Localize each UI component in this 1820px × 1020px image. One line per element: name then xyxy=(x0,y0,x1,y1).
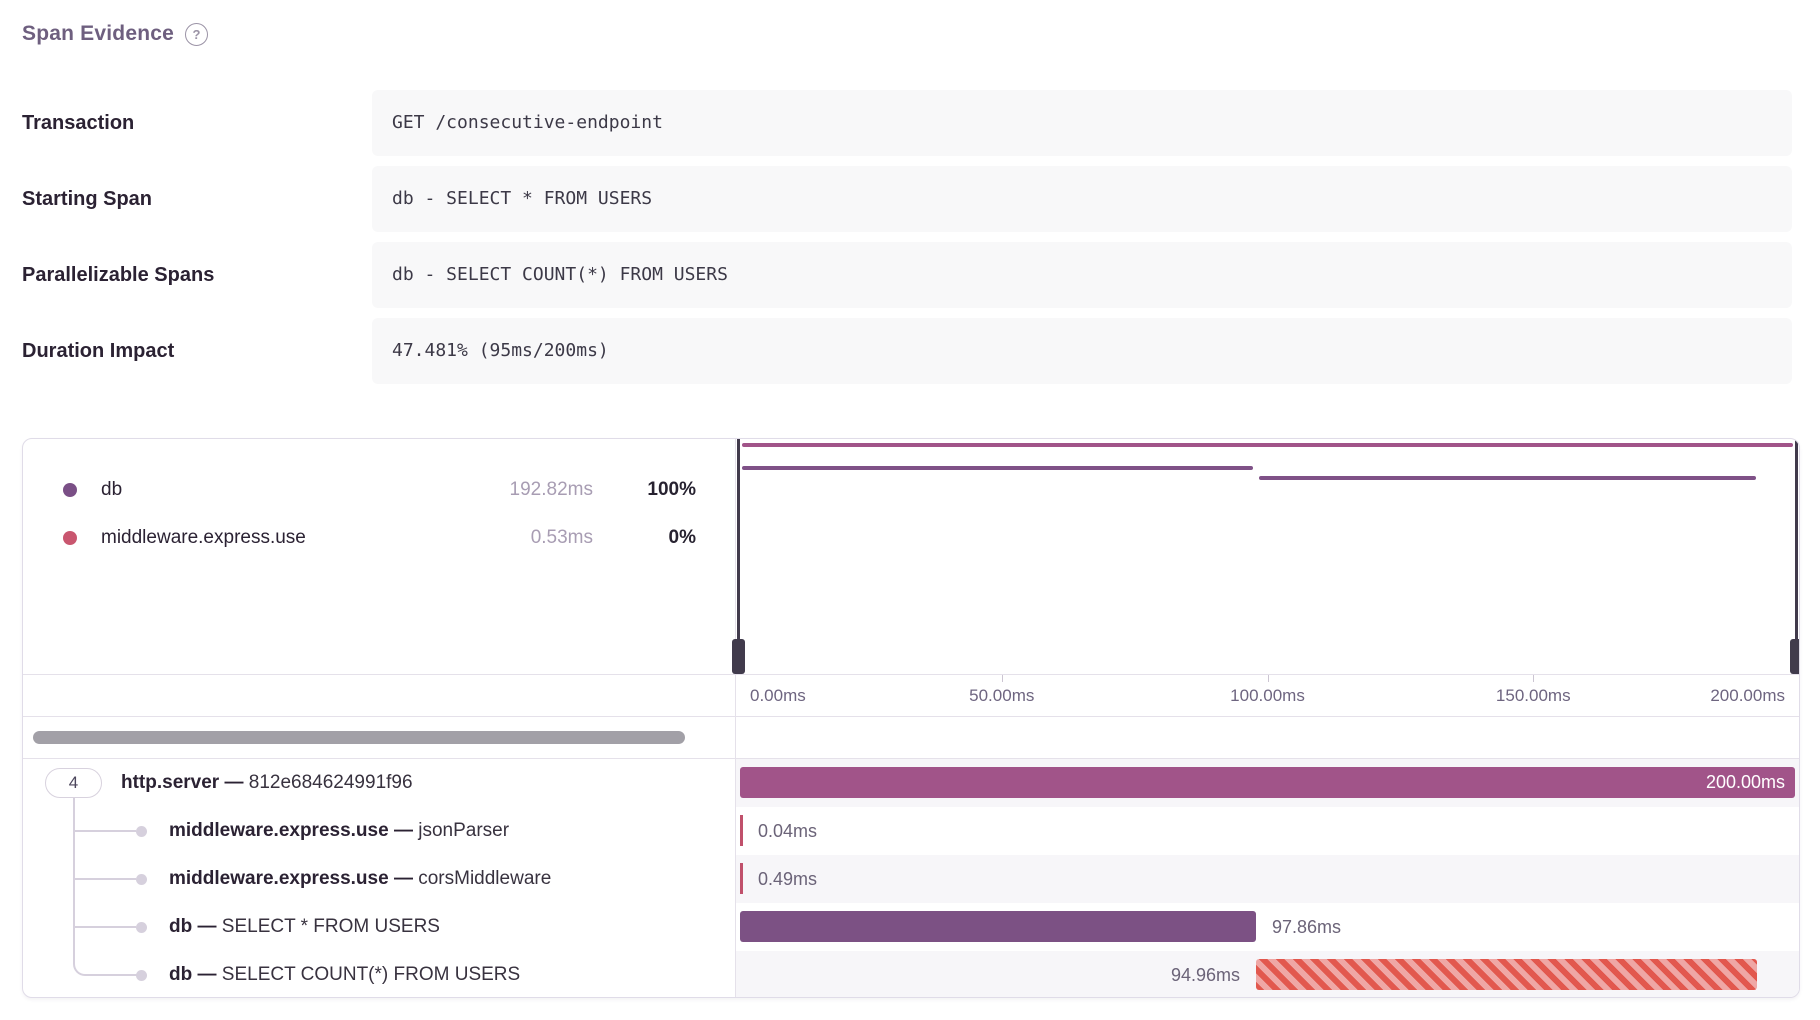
span-title: db — SELECT * FROM USERS xyxy=(169,903,440,951)
span-title: db — SELECT COUNT(*) FROM USERS xyxy=(169,951,520,998)
span-duration-label: 0.04ms xyxy=(758,807,817,855)
span-evidence-page: Span Evidence ? Transaction GET /consecu… xyxy=(0,0,1820,1020)
minimap-span-db-count xyxy=(1259,476,1756,480)
span-duration-cell: 200.00ms xyxy=(736,759,1799,807)
help-icon[interactable]: ? xyxy=(185,23,208,46)
span-row-corsmiddleware[interactable]: middleware.express.use — corsMiddleware … xyxy=(23,855,1799,903)
span-op: middleware.express.use — xyxy=(169,868,413,889)
span-duration-label: 0.49ms xyxy=(758,855,817,903)
span-duration-label: 94.96ms xyxy=(736,951,1240,998)
span-bar-jsonparser[interactable] xyxy=(740,815,743,846)
span-row-db-select[interactable]: db — SELECT * FROM USERS 97.86ms xyxy=(23,903,1799,951)
evidence-label: Parallelizable Spans xyxy=(22,242,214,308)
span-op: http.server — xyxy=(121,772,243,793)
tree-scrollbar-thumb[interactable] xyxy=(33,731,685,744)
time-axis: 0.00ms 50.00ms 100.00ms 150.00ms 200.00m… xyxy=(23,674,1799,716)
span-row-http-server[interactable]: 4 http.server — 812e684624991f96 200.00m… xyxy=(23,759,1799,807)
page-title-row: Span Evidence ? xyxy=(22,18,208,50)
span-row-jsonparser[interactable]: middleware.express.use — jsonParser 0.04… xyxy=(23,807,1799,855)
span-title: http.server — 812e684624991f96 xyxy=(121,759,413,807)
span-duration-cell: 0.49ms xyxy=(736,855,1799,903)
evidence-row-duration-impact: Duration Impact 47.481% (95ms/200ms) xyxy=(0,318,1820,384)
evidence-row-parallelizable-spans: Parallelizable Spans db - SELECT COUNT(*… xyxy=(0,242,1820,308)
time-axis-ticks: 0.00ms 50.00ms 100.00ms 150.00ms 200.00m… xyxy=(736,675,1799,716)
evidence-value: GET /consecutive-endpoint xyxy=(372,90,1792,156)
span-title: middleware.express.use — corsMiddleware xyxy=(169,855,551,903)
legend-name: db xyxy=(101,466,122,514)
evidence-value: 47.481% (95ms/200ms) xyxy=(372,318,1792,384)
span-description: SELECT COUNT(*) FROM USERS xyxy=(222,964,520,985)
evidence-label: Starting Span xyxy=(22,166,152,232)
legend-dot-middleware xyxy=(63,531,77,545)
trace-minimap[interactable] xyxy=(736,439,1799,674)
span-bar-corsmiddleware[interactable] xyxy=(740,863,743,894)
span-duration-label: 97.86ms xyxy=(1272,903,1341,951)
minimap-right-drag-handle[interactable] xyxy=(1790,639,1800,674)
span-bar-db-select[interactable] xyxy=(740,911,1256,942)
legend-item-db: db 192.82ms 100% xyxy=(23,466,735,514)
axis-label-50ms: 50.00ms xyxy=(969,675,1034,716)
axis-label-200ms: 200.00ms xyxy=(1710,675,1785,716)
minimap-span-db-select xyxy=(742,466,1253,470)
legend-duration: 192.82ms xyxy=(343,466,593,514)
span-duration-label: 200.00ms xyxy=(1706,767,1785,798)
evidence-row-starting-span: Starting Span db - SELECT * FROM USERS xyxy=(0,166,1820,232)
minimap-span-http-server xyxy=(742,443,1793,447)
legend-dot-db xyxy=(63,483,77,497)
legend-percent: 100% xyxy=(603,466,696,514)
pane-divider xyxy=(735,439,736,997)
legend-percent: 0% xyxy=(603,514,696,562)
span-op: db — xyxy=(169,916,217,937)
span-description: 812e684624991f96 xyxy=(249,772,413,793)
legend-duration: 0.53ms xyxy=(343,514,593,562)
span-duration-cell: 97.86ms xyxy=(736,903,1799,951)
span-bar-http-server[interactable]: 200.00ms xyxy=(740,767,1795,798)
axis-label-0ms: 0.00ms xyxy=(750,675,806,716)
span-waterfall-panel: db 192.82ms 100% middleware.express.use … xyxy=(22,438,1800,998)
span-duration-cell: 0.04ms xyxy=(736,807,1799,855)
span-description: SELECT * FROM USERS xyxy=(222,916,440,937)
span-rows: 4 http.server — 812e684624991f96 200.00m… xyxy=(23,759,1799,998)
span-op: middleware.express.use — xyxy=(169,820,413,841)
span-description: jsonParser xyxy=(418,820,509,841)
page-title: Span Evidence xyxy=(22,22,174,46)
legend-name: middleware.express.use xyxy=(101,514,306,562)
legend-item-middleware: middleware.express.use 0.53ms 0% xyxy=(23,514,735,562)
span-title: middleware.express.use — jsonParser xyxy=(169,807,509,855)
tree-scrollbar-track[interactable] xyxy=(23,716,1799,759)
evidence-value: db - SELECT * FROM USERS xyxy=(372,166,1792,232)
span-description: corsMiddleware xyxy=(418,868,551,889)
evidence-row-transaction: Transaction GET /consecutive-endpoint xyxy=(0,90,1820,156)
evidence-value: db - SELECT COUNT(*) FROM USERS xyxy=(372,242,1792,308)
minimap-left-drag-handle[interactable] xyxy=(732,639,745,674)
evidence-label: Duration Impact xyxy=(22,318,174,384)
axis-label-100ms: 100.00ms xyxy=(1230,675,1305,716)
span-row-db-count[interactable]: db — SELECT COUNT(*) FROM USERS 94.96ms xyxy=(23,951,1799,998)
span-children-count-badge[interactable]: 4 xyxy=(45,768,102,798)
span-bar-db-count-affected[interactable] xyxy=(1256,959,1757,990)
axis-label-150ms: 150.00ms xyxy=(1496,675,1571,716)
span-op: db — xyxy=(169,964,217,985)
span-duration-cell: 94.96ms xyxy=(736,951,1799,998)
evidence-label: Transaction xyxy=(22,90,134,156)
